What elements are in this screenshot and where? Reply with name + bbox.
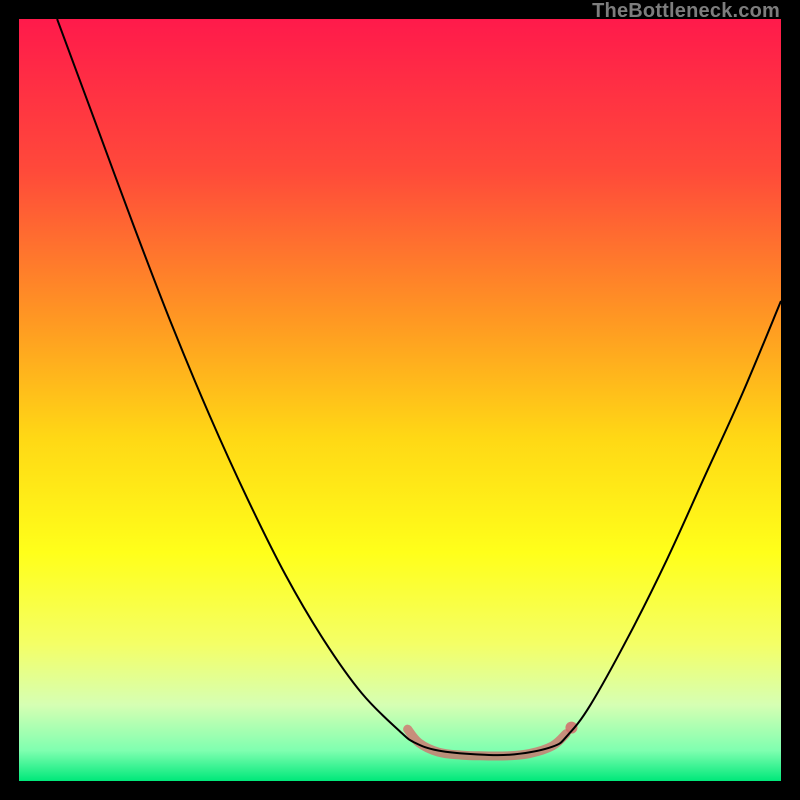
watermark-label: TheBottleneck.com [592, 0, 780, 23]
bottleneck-chart [19, 19, 781, 781]
chart-background [19, 19, 781, 781]
chart-frame [19, 19, 781, 781]
